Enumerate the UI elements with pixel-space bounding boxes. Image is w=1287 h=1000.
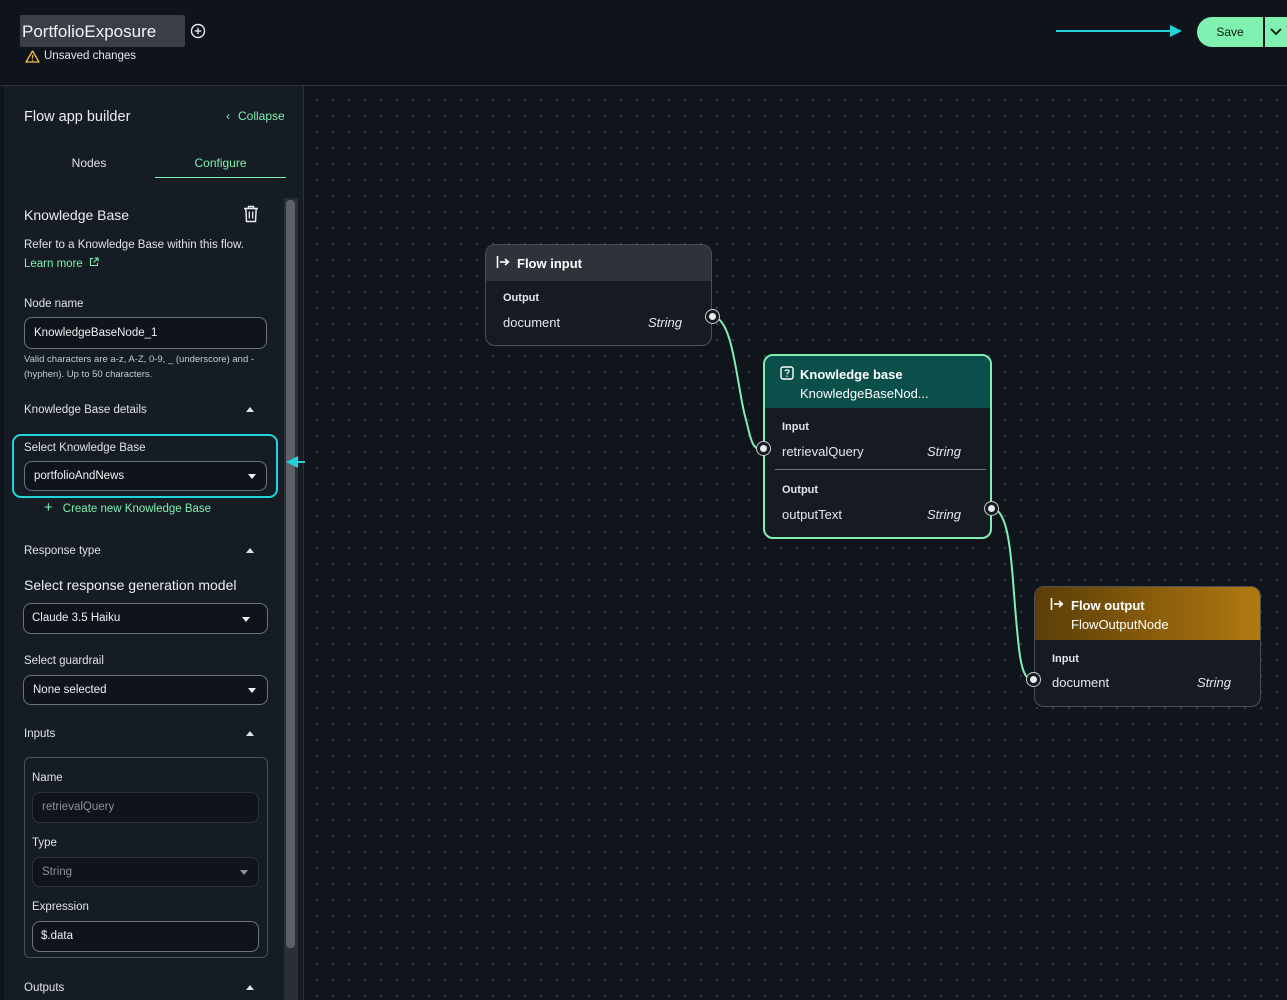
flow-name-field[interactable]: PortfolioExposure — [20, 15, 185, 47]
flow-builder-sidebar: Flow app builder ‹ Collapse Nodes Configu… — [4, 86, 304, 1000]
save-options-button[interactable] — [1264, 17, 1287, 47]
flow-input-header: Flow input — [486, 245, 711, 281]
sidebar-title: Flow app builder — [24, 109, 131, 125]
chevron-down-icon — [1270, 28, 1282, 36]
learn-more-link[interactable]: Learn more — [24, 257, 99, 270]
flow-output-title: Flow output — [1071, 598, 1145, 613]
kb-input-field: retrievalQuery — [782, 444, 864, 459]
flow-output-type: String — [1197, 675, 1231, 690]
outputs-header[interactable]: Outputs — [24, 982, 64, 994]
kb-input-type: String — [927, 444, 961, 459]
external-link-icon — [89, 257, 99, 267]
expression-input[interactable]: $.data — [32, 921, 259, 952]
kb-details-header[interactable]: Knowledge Base details — [24, 404, 147, 416]
create-kb-button[interactable]: + Create new Knowledge Base — [44, 499, 211, 516]
divider — [775, 469, 986, 470]
plus-icon: + — [44, 499, 53, 516]
kb-node-title: Knowledge base — [800, 367, 903, 382]
flow-input-output-label: Output — [503, 292, 540, 304]
trash-icon[interactable] — [243, 205, 259, 223]
kb-node-subtitle: KnowledgeBaseNod... — [800, 386, 929, 401]
top-bar: PortfolioExposure Unsaved changes Save — [0, 0, 1287, 86]
tab-configure[interactable]: Configure — [155, 156, 286, 178]
collapse-button[interactable]: ‹ Collapse — [226, 109, 285, 123]
guardrail-value: None selected — [33, 684, 107, 696]
node-name-hint: Valid characters are a-z, A-Z, 0-9, _ (u… — [24, 354, 255, 380]
collapse-caret-icon[interactable] — [246, 548, 254, 553]
knowledge-base-header: Knowledge base KnowledgeBaseNod... — [765, 356, 990, 408]
warning-icon — [25, 50, 40, 63]
connection-wires — [712, 316, 1034, 681]
model-value: Claude 3.5 Haiku — [32, 612, 121, 624]
knowledge-base-node[interactable]: Knowledge base KnowledgeBaseNod... Input… — [763, 354, 992, 539]
flow-output-node[interactable]: Flow output FlowOutputNode Input documen… — [1034, 586, 1261, 707]
flow-output-header: Flow output FlowOutputNode — [1035, 587, 1260, 640]
collapse-caret-icon[interactable] — [246, 985, 254, 990]
knowledge-base-icon — [780, 366, 794, 380]
add-circle-icon[interactable] — [190, 23, 206, 39]
tab-nodes[interactable]: Nodes — [24, 156, 154, 178]
model-select[interactable]: Claude 3.5 Haiku — [23, 603, 268, 634]
kb-output-field: outputText — [782, 507, 842, 522]
collapse-caret-icon[interactable] — [246, 731, 254, 736]
save-button[interactable]: Save — [1197, 17, 1263, 47]
model-label: Select response generation model — [24, 577, 237, 593]
caret-down-icon — [242, 617, 250, 622]
guardrail-select[interactable]: None selected — [23, 675, 268, 705]
inputs-header[interactable]: Inputs — [24, 728, 55, 740]
input-name-label: Name — [32, 772, 63, 784]
expression-label: Expression — [32, 901, 89, 913]
flow-output-input-port[interactable] — [1026, 672, 1041, 687]
flow-input-title: Flow input — [517, 256, 582, 271]
caret-down-icon — [248, 474, 256, 479]
input-type-label: Type — [32, 837, 57, 849]
input-type-select: String — [32, 857, 259, 887]
kb-output-label: Output — [782, 484, 819, 496]
flow-input-type: String — [648, 315, 682, 330]
scrollbar-thumb[interactable] — [286, 200, 295, 948]
flow-output-field: document — [1052, 675, 1110, 690]
kb-input-port[interactable] — [756, 441, 771, 456]
caret-down-icon — [240, 870, 248, 875]
unsaved-changes-text: Unsaved changes — [44, 50, 137, 62]
kb-input-label: Input — [782, 421, 809, 433]
exit-arrow-icon — [1050, 598, 1064, 610]
section-description: Refer to a Knowledge Base within this fl… — [24, 239, 244, 251]
flow-input-field: document — [503, 315, 561, 330]
arrow-annotation-icon — [1056, 25, 1182, 37]
collapse-caret-icon[interactable] — [246, 407, 254, 412]
enter-arrow-icon — [496, 256, 510, 268]
flow-output-input-label: Input — [1052, 653, 1079, 665]
select-kb-label: Select Knowledge Base — [24, 442, 146, 454]
flow-input-output-port[interactable] — [705, 309, 720, 324]
kb-output-type: String — [927, 507, 961, 522]
chevron-left-icon: ‹ — [226, 109, 230, 123]
input-type-value: String — [42, 866, 73, 878]
create-kb-label: Create new Knowledge Base — [62, 503, 212, 515]
guardrail-label: Select guardrail — [24, 655, 104, 667]
caret-down-icon — [248, 688, 256, 693]
node-name-label: Node name — [24, 298, 84, 310]
learn-more-label: Learn more — [24, 258, 83, 270]
kb-output-port[interactable] — [984, 501, 999, 516]
flow-input-node[interactable]: Flow input Output document String — [485, 244, 712, 346]
input-name-field: retrievalQuery — [32, 792, 259, 823]
select-kb-value: portfolioAndNews — [34, 470, 125, 482]
response-type-header[interactable]: Response type — [24, 545, 101, 557]
node-name-input[interactable]: KnowledgeBaseNode_1 — [24, 317, 267, 349]
collapse-label: Collapse — [238, 109, 285, 123]
select-kb-dropdown[interactable]: portfolioAndNews — [24, 461, 267, 491]
section-title: Knowledge Base — [24, 207, 130, 223]
flow-canvas[interactable]: Flow input Output document String Knowle… — [305, 86, 1287, 1000]
flow-output-subtitle: FlowOutputNode — [1071, 617, 1169, 632]
